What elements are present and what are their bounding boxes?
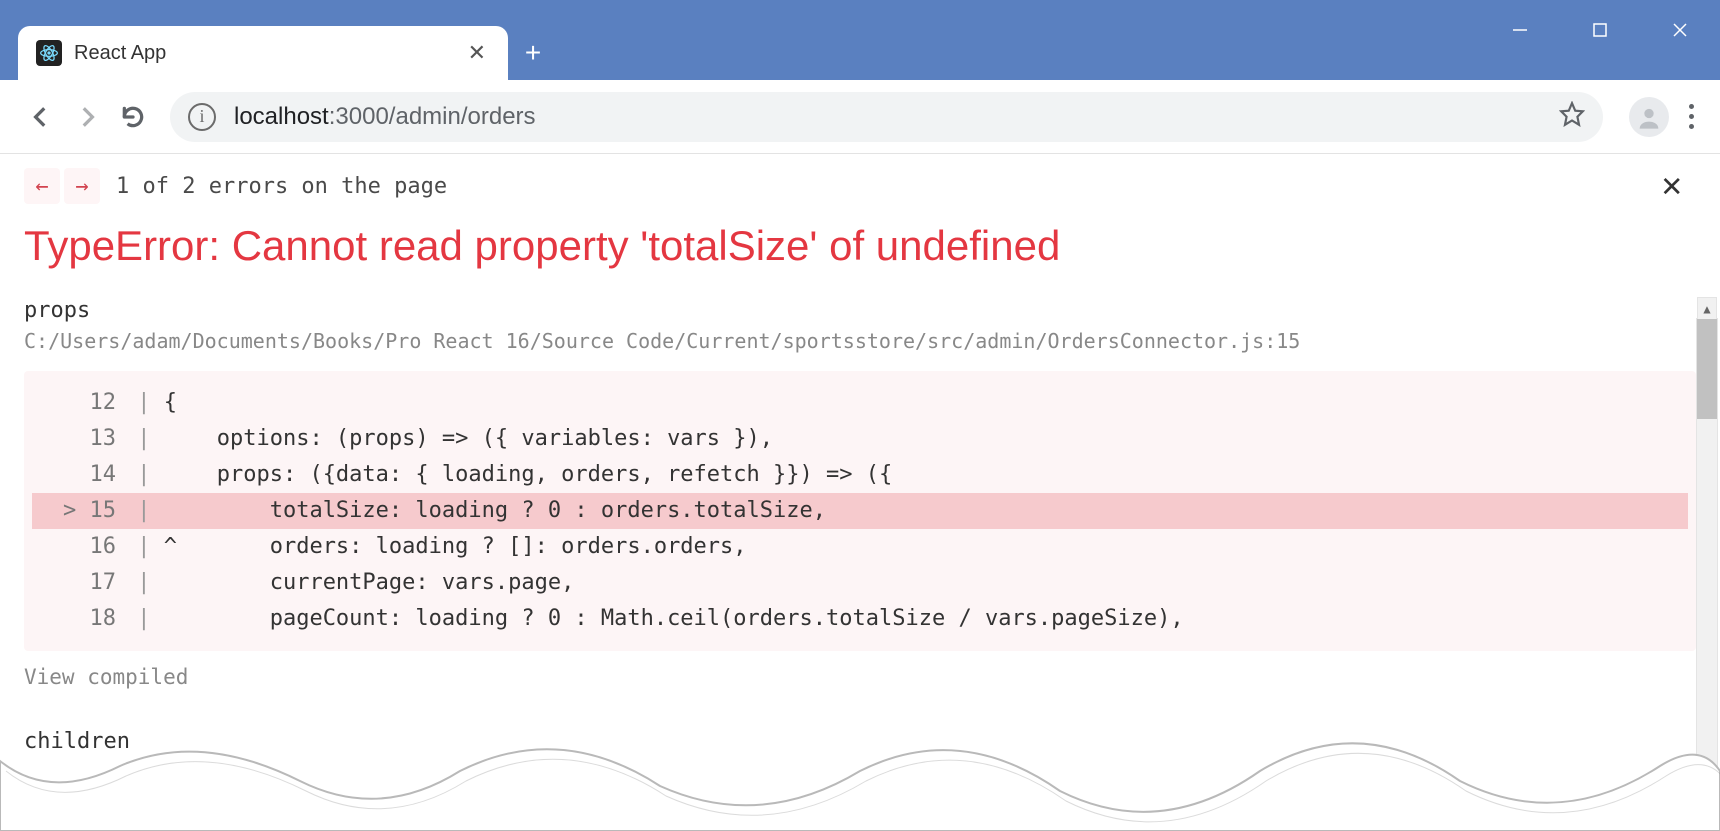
scroll-up-arrow-icon[interactable]: ▲ — [1697, 297, 1717, 319]
code-line-error: > 15 | totalSize: loading ? 0 : orders.t… — [32, 493, 1688, 529]
browser-menu-button[interactable] — [1681, 96, 1702, 137]
forward-button[interactable] — [64, 94, 110, 140]
code-line: 16 | ^ orders: loading ? []: orders.orde… — [32, 529, 1688, 565]
error-title: TypeError: Cannot read property 'totalSi… — [24, 222, 1696, 270]
url-text: localhost:3000/admin/orders — [234, 103, 1559, 131]
url-path: /admin/orders — [389, 103, 536, 130]
window-minimize-button[interactable] — [1480, 0, 1560, 60]
url-port: :3000 — [329, 103, 389, 130]
code-line: 14 | props: ({data: { loading, orders, r… — [32, 457, 1688, 493]
new-tab-button[interactable]: + — [508, 26, 558, 80]
error-nav-bar: ← → 1 of 2 errors on the page — [24, 168, 1696, 204]
code-line: 12 | { — [32, 385, 1688, 421]
error-overlay: ← → 1 of 2 errors on the page ✕ TypeErro… — [0, 154, 1720, 768]
profile-avatar-icon[interactable] — [1629, 97, 1669, 137]
bookmark-star-icon[interactable] — [1559, 101, 1585, 132]
address-bar[interactable]: i localhost:3000/admin/orders — [170, 92, 1603, 142]
error-next-button[interactable]: → — [64, 168, 100, 204]
code-line: 18 | pageCount: loading ? 0 : Math.ceil(… — [32, 601, 1688, 637]
code-snippet: 12 | { 13 | options: (props) => ({ varia… — [24, 371, 1696, 651]
window-titlebar: React App ✕ + — [0, 0, 1720, 80]
site-info-icon[interactable]: i — [188, 103, 216, 131]
reload-button[interactable] — [110, 94, 156, 140]
code-line: 17 | currentPage: vars.page, — [32, 565, 1688, 601]
tab-strip: React App ✕ + — [18, 26, 558, 80]
stack-frame-file: C:/Users/adam/Documents/Books/Pro React … — [24, 329, 1696, 353]
error-count-text: 1 of 2 errors on the page — [116, 174, 447, 199]
tab-title: React App — [74, 42, 464, 65]
window-maximize-button[interactable] — [1560, 0, 1640, 60]
view-compiled-link[interactable]: View compiled — [24, 665, 1696, 689]
browser-tab-active[interactable]: React App ✕ — [18, 26, 508, 80]
stack-frame-label: props — [24, 298, 1696, 323]
scrollbar-track[interactable]: ▲ — [1696, 318, 1718, 831]
react-favicon-icon — [36, 40, 62, 66]
window-close-button[interactable] — [1640, 0, 1720, 60]
scrollbar-thumb[interactable] — [1697, 319, 1717, 419]
plus-icon: + — [525, 39, 541, 67]
tab-close-button[interactable]: ✕ — [464, 36, 490, 70]
browser-toolbar: i localhost:3000/admin/orders — [0, 80, 1720, 154]
window-controls — [1480, 0, 1720, 60]
error-overlay-close-button[interactable]: ✕ — [1662, 168, 1682, 202]
code-line: 13 | options: (props) => ({ variables: v… — [32, 421, 1688, 457]
url-host: localhost — [234, 103, 329, 130]
page-viewport: ← → 1 of 2 errors on the page ✕ TypeErro… — [0, 154, 1720, 831]
error-prev-button[interactable]: ← — [24, 168, 60, 204]
back-button[interactable] — [18, 94, 64, 140]
stack-frame-children-label: children — [24, 729, 1696, 754]
